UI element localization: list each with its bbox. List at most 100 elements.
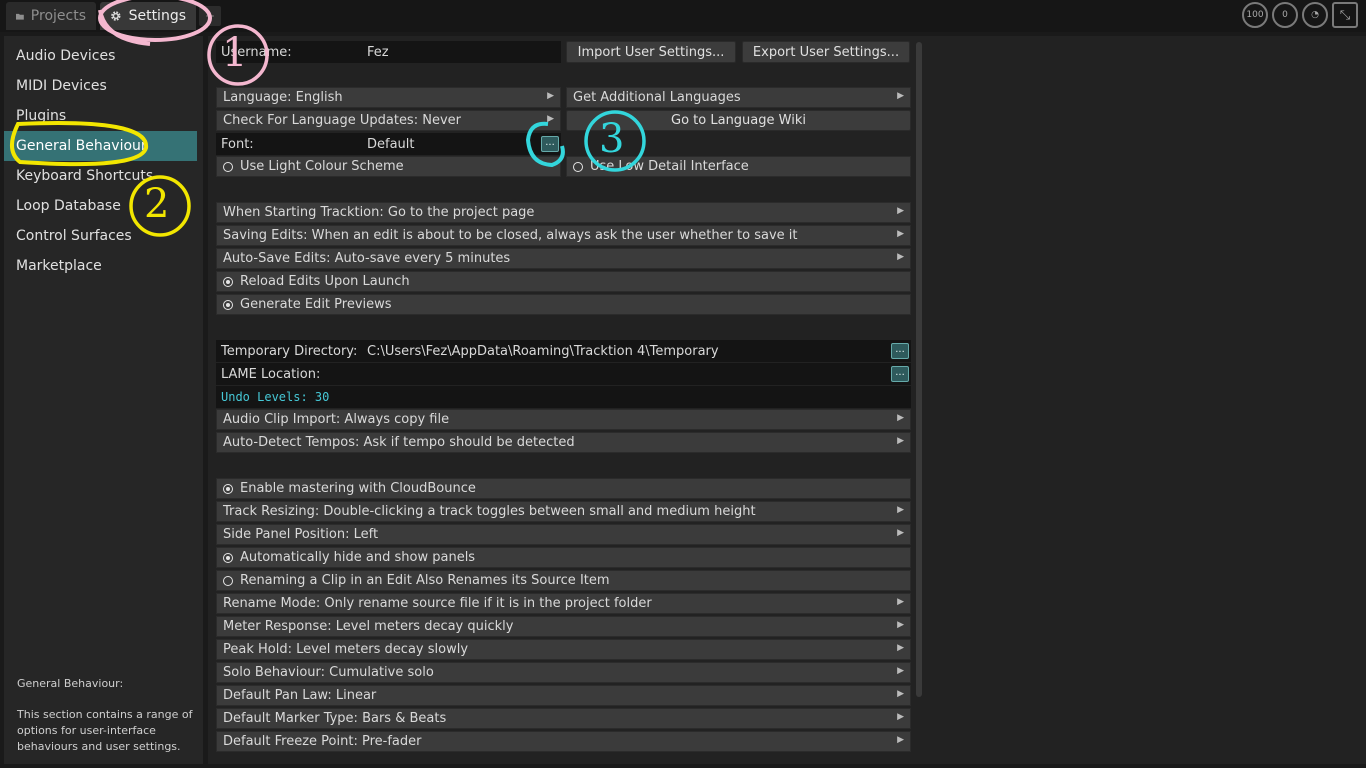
chevron-right-icon: ▶ — [547, 91, 554, 101]
solo-behaviour-label: Solo Behaviour: Cumulative solo — [223, 665, 434, 680]
radio-off-icon — [223, 161, 233, 172]
side-panel-menu[interactable]: Side Panel Position: Left ▶ — [216, 524, 911, 545]
low-detail-label: Use Low Detail Interface — [590, 159, 749, 174]
track-resizing-label: Track Resizing: Double-clicking a track … — [223, 504, 756, 519]
renaming-toggle[interactable]: Renaming a Clip in an Edit Also Renames … — [216, 570, 911, 591]
sidebar-item-general-behaviour[interactable]: General Behaviour — [4, 131, 197, 161]
username-value: Fez — [367, 44, 389, 60]
lame-location-field[interactable]: LAME Location: — [216, 363, 911, 385]
radio-off-icon — [223, 575, 233, 586]
chevron-right-icon: ▶ — [897, 712, 904, 722]
sidebar-item-plugins[interactable]: Plugins — [4, 101, 203, 131]
pan-law-menu[interactable]: Default Pan Law: Linear ▶ — [216, 685, 911, 706]
saving-edits-menu[interactable]: Saving Edits: When an edit is about to b… — [216, 225, 911, 246]
chevron-right-icon: ▶ — [897, 206, 904, 216]
sidebar-item-loop-database[interactable]: Loop Database — [4, 191, 203, 221]
get-languages-menu[interactable]: Get Additional Languages ▶ — [566, 87, 911, 108]
rename-mode-label: Rename Mode: Only rename source file if … — [223, 596, 652, 611]
add-tab-button[interactable]: + — [199, 6, 221, 26]
clip-import-menu[interactable]: Audio Clip Import: Always copy file ▶ — [216, 409, 911, 430]
language-updates-menu[interactable]: Check For Language Updates: Never ▶ — [216, 110, 561, 131]
auto-hide-toggle[interactable]: Automatically hide and show panels — [216, 547, 911, 568]
username-label: Username: — [221, 44, 292, 60]
language-menu[interactable]: Language: English ▶ — [216, 87, 561, 108]
tab-projects[interactable]: Projects — [6, 2, 96, 30]
chevron-right-icon: ▶ — [897, 436, 904, 446]
import-settings-button[interactable]: Import User Settings... — [566, 41, 736, 63]
chevron-right-icon: ▶ — [897, 505, 904, 515]
radio-off-icon — [573, 161, 583, 172]
chevron-right-icon: ▶ — [897, 252, 904, 262]
sidebar-item-midi-devices[interactable]: MIDI Devices — [4, 71, 203, 101]
radio-on-icon — [223, 483, 233, 494]
temp-directory-browse-button[interactable]: ... — [891, 343, 909, 359]
edit-previews-label: Generate Edit Previews — [240, 297, 392, 312]
font-label: Font: — [221, 136, 254, 152]
export-settings-button[interactable]: Export User Settings... — [742, 41, 910, 63]
temp-directory-value: C:\Users\Fez\AppData\Roaming\Tracktion 4… — [367, 343, 719, 359]
lame-location-label: LAME Location: — [221, 366, 321, 382]
mastering-label: Enable mastering with CloudBounce — [240, 481, 476, 496]
edit-previews-toggle[interactable]: Generate Edit Previews — [216, 294, 911, 315]
sidebar-item-marketplace[interactable]: Marketplace — [4, 251, 203, 281]
tab-settings[interactable]: Settings — [100, 2, 196, 30]
language-wiki-button[interactable]: Go to Language Wiki — [566, 110, 911, 131]
scrollbar[interactable] — [916, 42, 922, 697]
level-meter-icon[interactable]: 0 — [1272, 2, 1298, 28]
tab-settings-label: Settings — [128, 8, 186, 24]
chevron-right-icon: ▶ — [547, 114, 554, 124]
sidebar-item-audio-devices[interactable]: Audio Devices — [4, 41, 203, 71]
clock-icon[interactable]: ◔ — [1302, 2, 1328, 28]
section-description-text: This section contains a range of options… — [17, 708, 193, 753]
freeze-point-label: Default Freeze Point: Pre-fader — [223, 734, 422, 749]
rename-mode-menu[interactable]: Rename Mode: Only rename source file if … — [216, 593, 911, 614]
autosave-menu[interactable]: Auto-Save Edits: Auto-save every 5 minut… — [216, 248, 911, 269]
expand-icon[interactable]: ⤡ — [1332, 2, 1358, 28]
meter-response-label: Meter Response: Level meters decay quick… — [223, 619, 514, 634]
reload-edits-label: Reload Edits Upon Launch — [240, 274, 410, 289]
tab-projects-label: Projects — [30, 8, 86, 24]
sidebar-item-keyboard-shortcuts[interactable]: Keyboard Shortcuts — [4, 161, 203, 191]
temp-directory-label: Temporary Directory: — [221, 343, 358, 359]
low-detail-toggle[interactable]: Use Low Detail Interface — [566, 156, 911, 177]
chevron-right-icon: ▶ — [897, 689, 904, 699]
temp-directory-field[interactable]: Temporary Directory: C:\Users\Fez\AppDat… — [216, 340, 911, 362]
starting-menu[interactable]: When Starting Tracktion: Go to the proje… — [216, 202, 911, 223]
settings-sidebar: Audio Devices MIDI Devices Plugins Gener… — [4, 36, 203, 764]
chevron-right-icon: ▶ — [897, 229, 904, 239]
font-value: Default — [367, 136, 415, 152]
lame-browse-button[interactable]: ... — [891, 366, 909, 382]
username-field[interactable]: Username: Fez — [216, 41, 561, 63]
folder-icon — [16, 13, 24, 20]
pan-law-label: Default Pan Law: Linear — [223, 688, 377, 703]
language-label: Language: English — [223, 90, 343, 105]
chevron-right-icon: ▶ — [897, 91, 904, 101]
track-resizing-menu[interactable]: Track Resizing: Double-clicking a track … — [216, 501, 911, 522]
freeze-point-menu[interactable]: Default Freeze Point: Pre-fader ▶ — [216, 731, 911, 752]
radio-on-icon — [223, 276, 233, 287]
auto-hide-label: Automatically hide and show panels — [240, 550, 476, 565]
chevron-right-icon: ▶ — [897, 597, 904, 607]
meter-response-menu[interactable]: Meter Response: Level meters decay quick… — [216, 616, 911, 637]
chevron-right-icon: ▶ — [897, 528, 904, 538]
chevron-right-icon: ▶ — [897, 735, 904, 745]
reload-edits-toggle[interactable]: Reload Edits Upon Launch — [216, 271, 911, 292]
light-colour-toggle[interactable]: Use Light Colour Scheme — [216, 156, 561, 177]
radio-on-icon — [223, 299, 233, 310]
detect-tempos-menu[interactable]: Auto-Detect Tempos: Ask if tempo should … — [216, 432, 911, 453]
light-colour-label: Use Light Colour Scheme — [240, 159, 404, 174]
sidebar-item-control-surfaces[interactable]: Control Surfaces — [4, 221, 203, 251]
mastering-toggle[interactable]: Enable mastering with CloudBounce — [216, 478, 911, 499]
top-bar: Projects Settings + 100 0 ◔ ⤡ — [0, 0, 1366, 32]
peak-hold-menu[interactable]: Peak Hold: Level meters decay slowly ▶ — [216, 639, 911, 660]
font-browse-button[interactable]: ... — [541, 136, 559, 152]
marker-type-menu[interactable]: Default Marker Type: Bars & Beats ▶ — [216, 708, 911, 729]
solo-behaviour-menu[interactable]: Solo Behaviour: Cumulative solo ▶ — [216, 662, 911, 683]
cpu-meter-icon[interactable]: 100 — [1242, 2, 1268, 28]
chevron-right-icon: ▶ — [897, 620, 904, 630]
font-field[interactable]: Font: Default — [216, 133, 561, 155]
chevron-right-icon: ▶ — [897, 666, 904, 676]
undo-levels-field[interactable]: Undo Levels: 30 — [216, 386, 911, 408]
undo-levels-value: Undo Levels: 30 — [221, 390, 330, 404]
renaming-label: Renaming a Clip in an Edit Also Renames … — [240, 573, 610, 588]
